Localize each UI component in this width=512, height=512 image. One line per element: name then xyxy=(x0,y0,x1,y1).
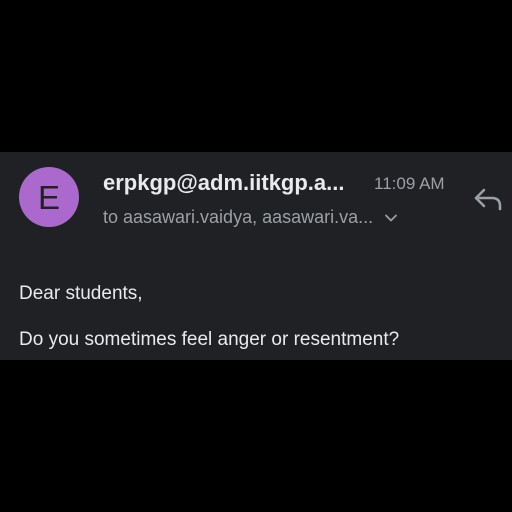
sender-avatar[interactable]: E xyxy=(19,167,79,227)
message-time: 11:09 AM xyxy=(374,174,445,193)
reply-icon[interactable] xyxy=(472,183,506,213)
chevron-down-icon[interactable] xyxy=(383,210,399,226)
avatar-letter: E xyxy=(37,178,60,216)
body-line: Do you sometimes feel anger or resentmen… xyxy=(19,329,400,350)
recipients-text: to aasawari.vaidya, aasawari.va... xyxy=(103,207,374,227)
email-message: E erpkgp@adm.iitkgp.a... 11:09 AM to aas… xyxy=(0,152,512,360)
recipients-row[interactable]: to aasawari.vaidya, aasawari.va... xyxy=(103,207,399,228)
screen: E erpkgp@adm.iitkgp.a... 11:09 AM to aas… xyxy=(0,0,512,512)
body-greeting: Dear students, xyxy=(19,283,143,304)
sender-address[interactable]: erpkgp@adm.iitkgp.a... xyxy=(103,170,365,196)
